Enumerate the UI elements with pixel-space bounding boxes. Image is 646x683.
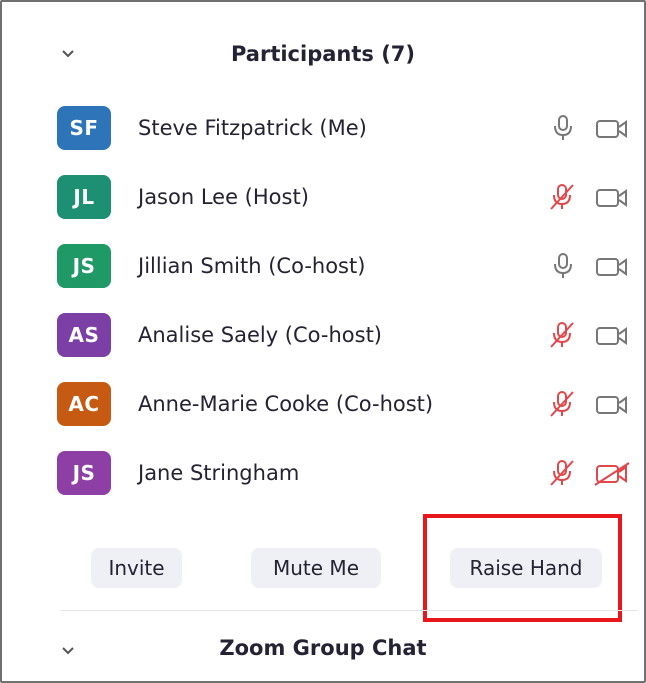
- participant-row[interactable]: JL Jason Lee (Host): [2, 167, 644, 229]
- participant-row[interactable]: SF Steve Fitzpatrick (Me): [2, 98, 644, 160]
- microphone-icon[interactable]: [552, 252, 574, 280]
- video-camera-icon[interactable]: [595, 118, 629, 140]
- participant-name: Jillian Smith (Co-host): [138, 254, 366, 278]
- divider: [60, 610, 638, 611]
- participant-row[interactable]: JS Jillian Smith (Co-host): [2, 236, 644, 298]
- video-camera-icon[interactable]: [595, 256, 629, 278]
- avatar: AS: [57, 313, 111, 357]
- microphone-muted-icon[interactable]: [547, 321, 577, 349]
- video-camera-icon[interactable]: [595, 325, 629, 347]
- avatar: JS: [57, 244, 111, 288]
- participant-row[interactable]: JS Jane Stringham: [2, 443, 644, 505]
- microphone-icon[interactable]: [552, 114, 574, 142]
- microphone-muted-icon[interactable]: [547, 390, 577, 418]
- participant-row[interactable]: AC Anne-Marie Cooke (Co-host): [2, 374, 644, 436]
- avatar: SF: [57, 106, 111, 150]
- participants-header: Participants (7): [2, 2, 644, 102]
- invite-button[interactable]: Invite: [91, 548, 182, 588]
- avatar: AC: [57, 382, 111, 426]
- video-camera-off-icon[interactable]: [593, 461, 631, 487]
- participants-title: Participants (7): [230, 42, 416, 66]
- microphone-muted-icon[interactable]: [547, 459, 577, 487]
- participant-name: Jason Lee (Host): [138, 185, 309, 209]
- zoom-panel: Participants (7) SF Steve Fitzpatrick (M…: [0, 0, 646, 683]
- raise-hand-highlight-box: [423, 514, 622, 622]
- participant-name: Analise Saely (Co-host): [138, 323, 383, 347]
- mute-me-button[interactable]: Mute Me: [251, 548, 381, 588]
- avatar: JL: [57, 175, 111, 219]
- group-chat-title: Zoom Group Chat: [219, 636, 427, 660]
- participant-name: Steve Fitzpatrick (Me): [138, 116, 367, 140]
- video-camera-icon[interactable]: [595, 394, 629, 416]
- microphone-muted-icon[interactable]: [547, 183, 577, 211]
- participant-row[interactable]: AS Analise Saely (Co-host): [2, 305, 644, 367]
- participant-name: Anne-Marie Cooke (Co-host): [138, 392, 434, 416]
- participant-name: Jane Stringham: [138, 461, 300, 485]
- video-camera-icon[interactable]: [595, 187, 629, 209]
- avatar: JS: [57, 451, 111, 495]
